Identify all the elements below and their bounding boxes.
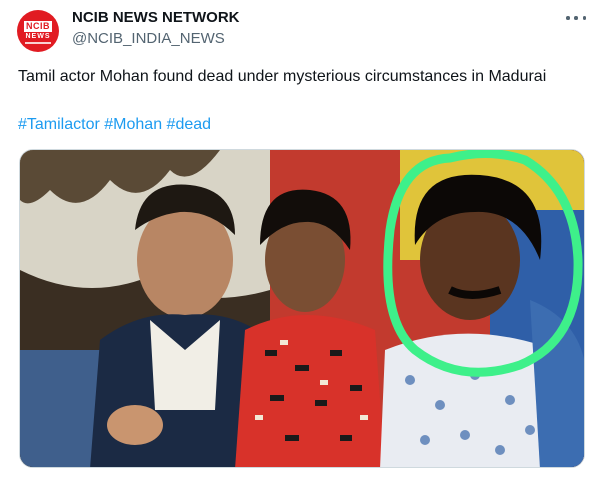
hashtag-list: #Tamilactor #Mohan #dead (18, 114, 211, 136)
avatar-logo-rule (25, 41, 51, 44)
post-image[interactable] (19, 149, 585, 468)
hashtag-link[interactable]: #Mohan (104, 116, 162, 133)
more-options-icon[interactable] (566, 12, 586, 24)
dot (582, 16, 586, 20)
avatar-logo-text: NCIB (24, 20, 52, 32)
display-name[interactable]: NCIB NEWS NETWORK (72, 9, 240, 26)
hashtag-link[interactable]: #Tamilactor (18, 116, 100, 133)
avatar-logo-subtext: NEWS (25, 32, 51, 40)
account-handle[interactable]: @NCIB_INDIA_NEWS (72, 30, 225, 47)
avatar[interactable]: NCIB NEWS (17, 10, 59, 52)
red-patterned-shirt (235, 315, 385, 467)
dot (574, 16, 578, 20)
post-text: Tamil actor Mohan found dead under myste… (18, 68, 547, 85)
photo-illustration (20, 150, 584, 467)
dot (566, 16, 570, 20)
hashtag-link[interactable]: #dead (167, 116, 212, 133)
tweet-card: NCIB NEWS NCIB NEWS NETWORK @NCIB_INDIA_… (0, 0, 603, 482)
